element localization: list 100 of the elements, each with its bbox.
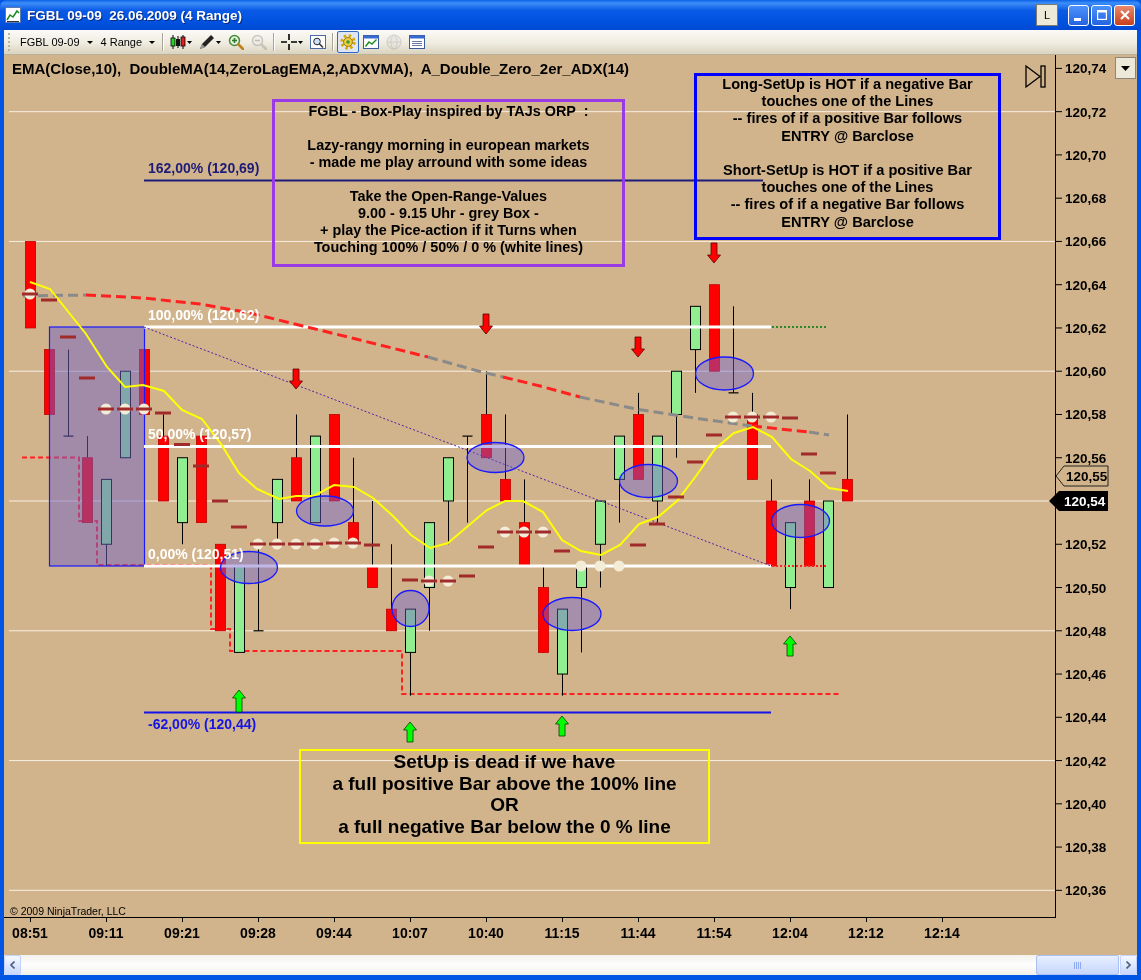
price-axis-label: 120,36 xyxy=(1065,883,1107,899)
price-axis-label: 120,62 xyxy=(1065,320,1107,336)
dash-marker-icon xyxy=(668,495,684,499)
dash-marker-icon xyxy=(478,545,494,549)
up-arrow-icon xyxy=(783,635,797,657)
highlight-ellipse xyxy=(295,495,355,527)
zoom-out-icon xyxy=(251,34,268,50)
note-text: Lazy-rangy morning in european markets - made me play arround with some ideas xyxy=(307,137,590,171)
dash-marker-icon xyxy=(820,471,836,475)
pen-icon xyxy=(199,34,216,50)
candle xyxy=(44,349,55,415)
dash-marker-icon xyxy=(345,541,361,545)
instrument-dropdown[interactable]: FGBL 09-09 xyxy=(17,32,97,52)
caret-icon xyxy=(216,40,222,44)
dash-marker-icon xyxy=(725,415,741,419)
price-axis-label: 120,48 xyxy=(1065,623,1107,639)
highlight-ellipse xyxy=(694,356,755,391)
dash-marker-icon xyxy=(250,542,266,546)
line-chart-icon xyxy=(363,34,380,50)
dash-marker-icon xyxy=(706,433,722,437)
dash-marker-icon xyxy=(117,407,133,411)
time-axis-label: 10:40 xyxy=(468,925,504,941)
letter-button[interactable]: L xyxy=(1036,4,1058,26)
price-axis-label: 120,40 xyxy=(1065,796,1107,812)
price-axis-label: 120,42 xyxy=(1065,753,1107,769)
scroll-left-button[interactable] xyxy=(4,955,21,975)
dash-marker-icon xyxy=(193,464,209,468)
scroll-thumb[interactable] xyxy=(1036,955,1119,975)
candlestick-icon xyxy=(170,34,187,50)
dash-marker-icon xyxy=(554,549,570,553)
maximize-button[interactable] xyxy=(1091,4,1112,26)
dash-marker-icon xyxy=(630,543,646,547)
caret-icon xyxy=(1121,65,1130,71)
triangle-bar-icon[interactable] xyxy=(1025,64,1046,89)
price-axis-label: 120,38 xyxy=(1065,840,1107,856)
period-dropdown[interactable]: 4 Range xyxy=(97,32,160,52)
price-axis-label: 120,74 xyxy=(1065,61,1107,77)
note-text: Long-SetUp is HOT if a negative Bar touches one of the Lines -- fires of if a positive Bar follows ENTRY @ Barclose xyxy=(722,76,973,145)
dash-marker-icon xyxy=(801,452,817,456)
price-axis-label: 120,44 xyxy=(1065,710,1107,726)
highlight-ellipse xyxy=(542,596,602,632)
window-title: FGBL 09-09 26.06.2009 (4 Range) xyxy=(27,7,244,23)
time-axis-label: 09:28 xyxy=(240,925,276,941)
caret-icon xyxy=(149,40,156,44)
magnifier-page-icon xyxy=(310,34,327,50)
dash-marker-icon xyxy=(744,415,760,419)
gear-icon xyxy=(340,34,357,50)
price-axis-label: 120,50 xyxy=(1065,580,1107,596)
dash-marker-icon xyxy=(763,415,779,419)
dash-marker-icon xyxy=(516,530,532,534)
up-arrow-icon xyxy=(555,715,569,737)
dotted-line xyxy=(771,326,829,328)
down-arrow-icon xyxy=(707,242,721,264)
price-axis-label: 120,52 xyxy=(1065,537,1107,553)
highlight-ellipse xyxy=(618,463,679,499)
price-axis-label: 120,66 xyxy=(1065,234,1107,250)
time-axis-label: 09:21 xyxy=(164,925,200,941)
note-text: SetUp is dead if we have a full positive Bar above the 100% line OR a full negative Bar below the 0 % line xyxy=(332,751,677,837)
time-axis-label: 11:54 xyxy=(696,925,732,941)
dot-marker-icon xyxy=(594,560,606,572)
dash-marker-icon xyxy=(497,530,513,534)
close-icon xyxy=(1119,10,1130,20)
minimize-button[interactable] xyxy=(1068,4,1089,26)
maximize-icon xyxy=(1096,10,1107,20)
note-text: Take the Open-Range-Values 9.00 - 9.15 Uhr - grey Box - + play the Pice-action if it Turns when Touching 100% / 50% / 0 % (white lines) xyxy=(313,188,584,256)
dash-marker-icon xyxy=(326,541,342,545)
price-axis-label: 120,60 xyxy=(1065,364,1107,380)
highlight-ellipse xyxy=(391,589,430,628)
copyright-text: © 2009 NinjaTrader, LLC xyxy=(10,905,126,917)
dotted-line xyxy=(771,565,829,567)
caret-icon xyxy=(187,40,193,44)
scroll-right-button[interactable] xyxy=(1120,955,1137,975)
time-axis-label: 12:14 xyxy=(924,925,960,941)
dot-marker-icon xyxy=(613,560,625,572)
price-axis-label: 120,56 xyxy=(1065,450,1107,466)
time-axis-label: 09:44 xyxy=(316,925,352,941)
level-label: 162,00% (120,69) xyxy=(148,160,260,176)
time-axis-label: 11:44 xyxy=(620,925,656,941)
dash-marker-icon xyxy=(402,578,418,582)
dash-marker-icon xyxy=(782,416,798,420)
dash-marker-icon xyxy=(459,574,475,578)
down-arrow-icon xyxy=(289,368,303,390)
time-axis-label: 12:12 xyxy=(848,925,884,941)
price-axis-label: 120,68 xyxy=(1065,191,1107,207)
minimize-icon xyxy=(1073,17,1081,21)
grip-icon xyxy=(1073,961,1082,969)
dash-marker-icon xyxy=(288,542,304,546)
up-arrow-icon xyxy=(403,721,417,743)
axis-menu-button[interactable] xyxy=(1115,57,1136,79)
dash-marker-icon xyxy=(269,542,285,546)
dash-marker-icon xyxy=(174,443,190,446)
dash-marker-icon xyxy=(231,525,247,529)
dash-marker-icon xyxy=(98,407,114,411)
price-axis-label: 120,46 xyxy=(1065,667,1107,683)
dash-marker-icon xyxy=(41,298,57,302)
price-axis-label: 120,64 xyxy=(1065,277,1107,293)
line-chart-icon xyxy=(5,7,21,23)
globe-icon xyxy=(386,34,403,50)
note-text: FGBL - Box-Play inspired by TAJs ORP : xyxy=(308,103,589,120)
close-button[interactable] xyxy=(1114,4,1135,26)
